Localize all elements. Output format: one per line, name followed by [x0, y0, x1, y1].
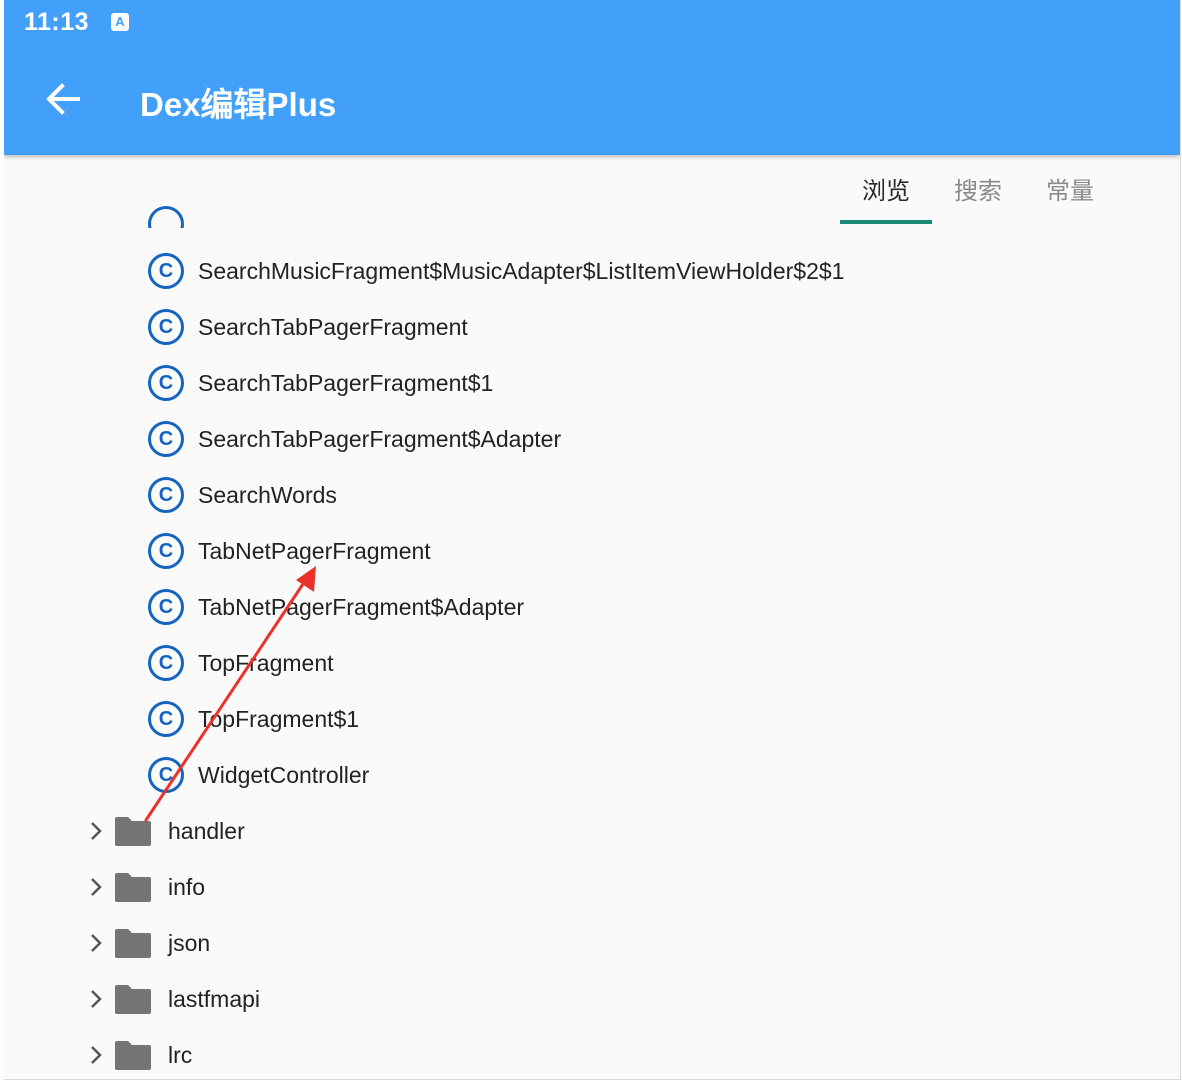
- app-title: Dex编辑Plus: [140, 86, 337, 123]
- list-item[interactable]: C TabNetPagerFragment$Adapter: [148, 579, 524, 635]
- list-item-partial: [4, 188, 1180, 228]
- class-name: TopFragment$1: [198, 705, 360, 732]
- folder-item[interactable]: json: [84, 915, 210, 971]
- class-icon: C: [148, 365, 184, 401]
- class-icon: C: [148, 533, 184, 569]
- list-item[interactable]: C SearchTabPagerFragment$1: [148, 355, 493, 411]
- class-icon: C: [148, 421, 184, 457]
- chevron-right-icon[interactable]: [84, 875, 108, 899]
- class-name: WidgetController: [198, 761, 370, 788]
- class-name: SearchTabPagerFragment$1: [198, 369, 494, 396]
- status-time: 11:13: [24, 8, 90, 36]
- class-icon: C: [148, 477, 184, 513]
- class-icon: [148, 206, 184, 228]
- chevron-right-icon[interactable]: [84, 987, 108, 1011]
- folder-item[interactable]: lastfmapi: [84, 971, 260, 1027]
- chevron-right-icon[interactable]: [84, 931, 108, 955]
- app-bar: 11:13 A Dex编辑Plus: [4, 0, 1180, 155]
- folder-item[interactable]: lrc: [84, 1027, 192, 1079]
- class-name: TabNetPagerFragment$Adapter: [198, 593, 525, 620]
- folder-item[interactable]: info: [84, 859, 205, 915]
- list-item[interactable]: C TopFragment: [148, 635, 334, 691]
- list-item[interactable]: C SearchMusicFragment$MusicAdapter$ListI…: [148, 243, 844, 299]
- class-name: SearchMusicFragment$MusicAdapter$ListIte…: [198, 257, 845, 284]
- file-tree-list: C SearchMusicFragment$MusicAdapter$ListI…: [4, 227, 1180, 1079]
- folder-name: json: [168, 929, 211, 956]
- folder-name: info: [168, 873, 206, 900]
- folder-item[interactable]: handler: [84, 803, 245, 859]
- class-icon: C: [148, 701, 184, 737]
- class-icon: C: [148, 757, 184, 793]
- folder-name: lastfmapi: [168, 985, 261, 1012]
- folder-icon: [115, 1041, 151, 1070]
- list-item[interactable]: C WidgetController: [148, 747, 369, 803]
- class-icon: C: [148, 645, 184, 681]
- class-icon: C: [148, 589, 184, 625]
- app-window: 11:13 A Dex编辑Plus 浏览 搜索 常量 C SearchMusic…: [4, 0, 1181, 1080]
- class-name: SearchWords: [198, 481, 337, 508]
- class-name: SearchTabPagerFragment: [198, 313, 468, 340]
- notification-icon: A: [111, 13, 129, 31]
- folder-icon: [115, 873, 151, 902]
- folder-icon: [115, 985, 151, 1014]
- arrow-left-icon: [46, 83, 80, 115]
- chevron-right-icon[interactable]: [84, 819, 108, 843]
- list-item[interactable]: C SearchTabPagerFragment: [148, 299, 468, 355]
- folder-icon: [115, 817, 151, 846]
- folder-name: lrc: [168, 1041, 193, 1068]
- list-item[interactable]: C TabNetPagerFragment: [148, 523, 431, 579]
- class-icon: C: [148, 253, 184, 289]
- class-name: TopFragment: [198, 649, 334, 676]
- folder-icon: [115, 929, 151, 958]
- chevron-right-icon[interactable]: [84, 1043, 108, 1067]
- back-button[interactable]: [38, 74, 88, 124]
- class-icon: C: [148, 309, 184, 345]
- list-item[interactable]: C TopFragment$1: [148, 691, 359, 747]
- class-name: TabNetPagerFragment: [198, 537, 431, 564]
- list-item[interactable]: C SearchTabPagerFragment$Adapter: [148, 411, 561, 467]
- class-name: SearchTabPagerFragment$Adapter: [198, 425, 562, 452]
- folder-name: handler: [168, 817, 245, 844]
- list-item[interactable]: C SearchWords: [148, 467, 337, 523]
